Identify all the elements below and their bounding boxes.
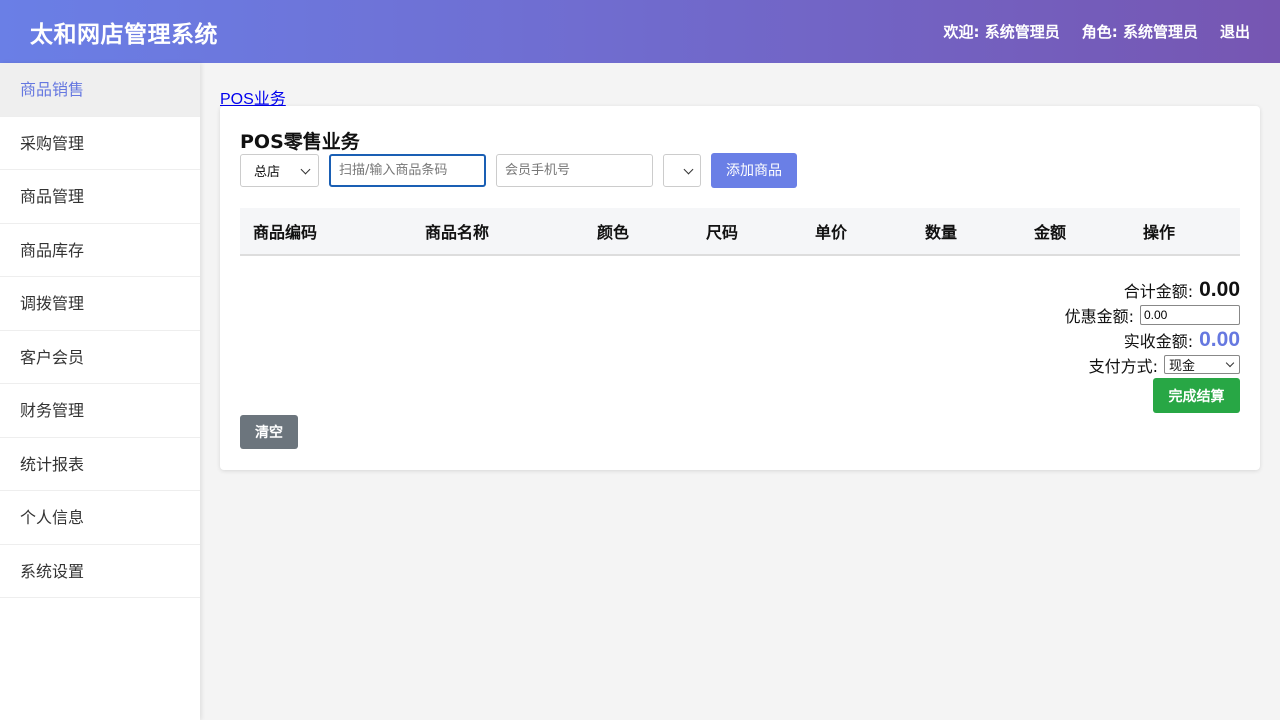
sales-table: 商品编码 商品名称 颜色 尺码 单价 数量 金额 操作 bbox=[240, 208, 1240, 256]
role-text: 角色: 系统管理员 bbox=[1081, 23, 1198, 41]
app-title: 太和网店管理系统 bbox=[30, 21, 218, 48]
column-header: 数量 bbox=[925, 223, 958, 242]
barcode-input[interactable] bbox=[329, 153, 486, 187]
discount-input[interactable] bbox=[1140, 304, 1240, 325]
sidebar-item-products[interactable]: 商品管理 bbox=[0, 170, 200, 224]
sidebar-item-members[interactable]: 客户会员 bbox=[0, 331, 200, 384]
logout-link[interactable]: 退出 bbox=[1220, 21, 1250, 42]
received-amount: 0.00 bbox=[1199, 327, 1240, 351]
payment-label: 支付方式: bbox=[1088, 356, 1158, 376]
column-header: 操作 bbox=[1143, 223, 1176, 242]
total-row: 合计金额: 0.00 bbox=[1065, 277, 1240, 302]
payment-row: 支付方式: 现金 bbox=[1065, 352, 1240, 377]
sidebar-item-inventory[interactable]: 商品库存 bbox=[0, 224, 200, 277]
total-label: 合计金额: bbox=[1123, 281, 1194, 301]
received-row: 实收金额: 0.00 bbox=[1065, 327, 1240, 352]
member-select[interactable] bbox=[663, 153, 701, 187]
sidebar-item-settings[interactable]: 系统设置 bbox=[0, 545, 200, 598]
user-info: 欢迎: 系统管理员 角色: 系统管理员 退出 bbox=[922, 21, 1250, 42]
store-select[interactable]: 总店 bbox=[240, 153, 319, 187]
table-header: 商品编码 商品名称 颜色 尺码 单价 数量 金额 操作 bbox=[240, 208, 1240, 256]
sidebar-item-purchase[interactable]: 采购管理 bbox=[0, 117, 200, 170]
sidebar-item-reports[interactable]: 统计报表 bbox=[0, 438, 200, 491]
discount-label: 优惠金额: bbox=[1064, 306, 1134, 326]
add-product-button[interactable]: 添加商品 bbox=[711, 152, 797, 188]
chevron-down-icon bbox=[301, 166, 310, 175]
order-summary: 合计金额: 0.00 优惠金额: 实收金额: 0.00 支付方式: 现金 bbox=[1065, 277, 1240, 377]
column-header: 金额 bbox=[1034, 223, 1067, 242]
app-header: 太和网店管理系统 欢迎: 系统管理员 角色: 系统管理员 退出 bbox=[0, 0, 1280, 63]
column-header: 颜色 bbox=[597, 223, 630, 242]
main-content: POS业务 POS零售业务 总店 添加商品 商品编码 商品名称 颜色 尺码 单价 bbox=[200, 63, 1280, 720]
sidebar-item-sales[interactable]: 商品销售 bbox=[0, 63, 200, 117]
column-header: 单价 bbox=[815, 223, 848, 242]
column-header: 商品编码 bbox=[253, 223, 318, 242]
total-amount: 0.00 bbox=[1199, 277, 1240, 301]
column-header: 商品名称 bbox=[425, 223, 490, 242]
member-phone-input[interactable] bbox=[496, 153, 653, 187]
pos-toolbar: 总店 添加商品 bbox=[240, 152, 797, 188]
sidebar-item-profile[interactable]: 个人信息 bbox=[0, 491, 200, 545]
welcome-text: 欢迎: 系统管理员 bbox=[943, 23, 1060, 41]
received-label: 实收金额: bbox=[1123, 331, 1194, 351]
chevron-down-icon bbox=[1226, 360, 1235, 369]
discount-row: 优惠金额: bbox=[1065, 302, 1240, 327]
sidebar: 商品销售 采购管理 商品管理 商品库存 调拨管理 客户会员 财务管理 统计报表 … bbox=[0, 63, 200, 720]
sidebar-item-finance[interactable]: 财务管理 bbox=[0, 384, 200, 438]
payment-method-value: 现金 bbox=[1169, 359, 1196, 374]
chevron-down-icon bbox=[684, 166, 693, 175]
pos-card: POS零售业务 总店 添加商品 商品编码 商品名称 颜色 尺码 单价 数量 bbox=[220, 106, 1260, 470]
store-select-value: 总店 bbox=[254, 164, 281, 180]
sidebar-item-transfer[interactable]: 调拨管理 bbox=[0, 277, 200, 331]
column-header: 尺码 bbox=[706, 223, 739, 242]
payment-method-select[interactable]: 现金 bbox=[1164, 355, 1240, 374]
clear-button[interactable]: 清空 bbox=[240, 415, 298, 449]
page-title: POS零售业务 bbox=[240, 131, 360, 153]
checkout-button[interactable]: 完成结算 bbox=[1153, 378, 1240, 413]
